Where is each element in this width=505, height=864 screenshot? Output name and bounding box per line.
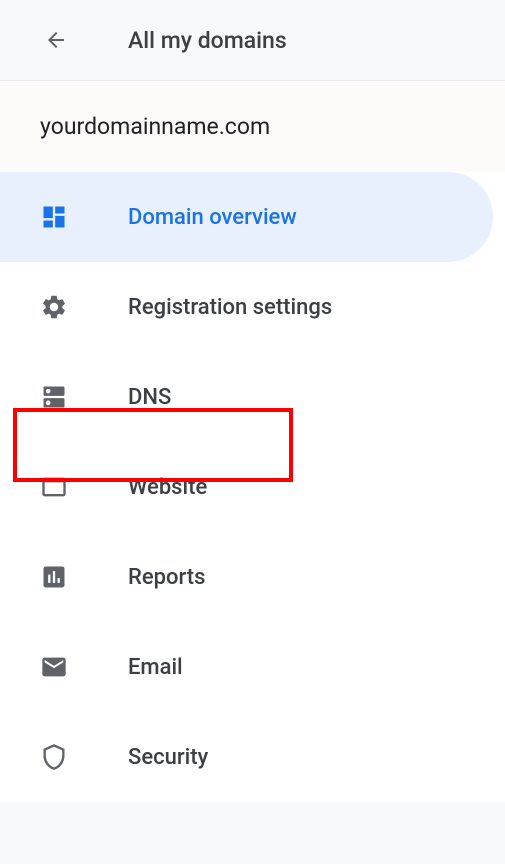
reports-icon <box>40 563 68 591</box>
page-title: All my domains <box>128 27 287 54</box>
nav-item-website[interactable]: Website <box>0 442 505 532</box>
nav-item-email[interactable]: Email <box>0 622 505 712</box>
header: All my domains <box>0 0 505 80</box>
nav-label: Registration settings <box>128 295 332 320</box>
nav-item-security[interactable]: Security <box>0 712 505 802</box>
nav-label: Website <box>128 475 207 500</box>
domain-name: yourdomainname.com <box>40 113 481 140</box>
shield-icon <box>40 743 68 771</box>
website-icon <box>40 473 68 501</box>
gear-icon <box>40 293 68 321</box>
nav-item-registration-settings[interactable]: Registration settings <box>0 262 505 352</box>
back-arrow-icon[interactable] <box>44 28 68 52</box>
nav-label: Domain overview <box>128 205 297 230</box>
nav-item-domain-overview[interactable]: Domain overview <box>0 172 493 262</box>
nav-label: Email <box>128 655 183 680</box>
dns-icon <box>40 383 68 411</box>
nav-list: Domain overview Registration settings DN… <box>0 172 505 802</box>
nav-label: Security <box>128 745 208 770</box>
domain-section: yourdomainname.com <box>0 81 505 172</box>
nav-label: DNS <box>128 385 171 410</box>
dashboard-icon <box>40 203 68 231</box>
nav-item-dns[interactable]: DNS <box>0 352 505 442</box>
email-icon <box>40 653 68 681</box>
nav-item-reports[interactable]: Reports <box>0 532 505 622</box>
nav-label: Reports <box>128 565 205 590</box>
